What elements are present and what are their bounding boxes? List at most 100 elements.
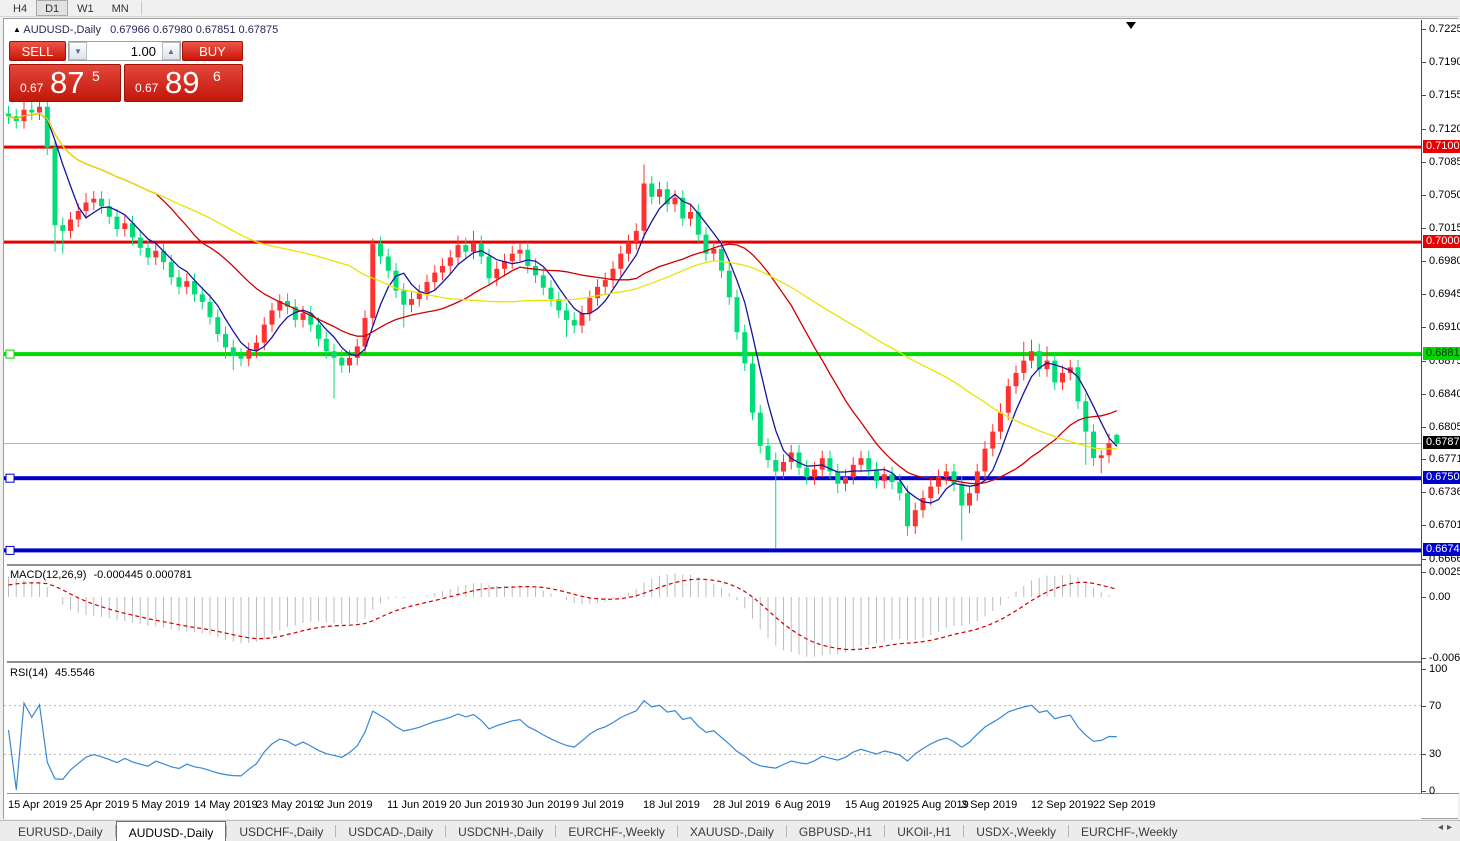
price-tick <box>1422 525 1426 526</box>
date-label: 15 Aug 2019 <box>845 799 907 811</box>
line-price-label[interactable]: 0.70002 <box>1423 235 1460 248</box>
pane-separator[interactable] <box>7 661 1459 663</box>
timeframe-toolbar: H4D1W1MN <box>0 0 1460 17</box>
price-tick-label: 0.70850 <box>1429 156 1460 168</box>
buy-button[interactable]: BUY <box>182 41 243 61</box>
chart-window: ▲ AUDUSD-,Daily 0.67966 0.67980 0.67851 … <box>3 18 1458 819</box>
price-tick-label: 0.71200 <box>1429 123 1460 135</box>
date-label: 23 May 2019 <box>256 799 320 811</box>
line-price-label[interactable]: 0.71005 <box>1423 140 1460 153</box>
price-tick <box>1422 228 1426 229</box>
date-label: 2 Jun 2019 <box>318 799 372 811</box>
tab-xauusd-daily[interactable]: XAUUSD-,Daily <box>678 821 786 841</box>
sell-price-panel[interactable]: 0.67 87 5 <box>9 64 121 102</box>
sell-price-big: 87 <box>50 65 84 101</box>
pane-separator[interactable] <box>7 564 1459 566</box>
price-tick <box>1422 95 1426 96</box>
price-tick-label: 0.69100 <box>1429 321 1460 333</box>
current-price-label: 0.67875 <box>1423 436 1460 449</box>
price-tick <box>1422 294 1426 295</box>
tab-usdcnh-daily[interactable]: USDCNH-,Daily <box>446 821 555 841</box>
price-tick <box>1422 261 1426 262</box>
timeframe-button-h4[interactable]: H4 <box>4 0 36 16</box>
timeframe-button-d1[interactable]: D1 <box>36 0 68 16</box>
toolbar-separator <box>141 1 142 15</box>
date-label: 12 Sep 2019 <box>1031 799 1093 811</box>
macd-values: -0.000445 0.000781 <box>93 569 191 581</box>
price-tick-label: 0.69450 <box>1429 288 1460 300</box>
volume-decrease-button[interactable]: ▼ <box>69 42 87 60</box>
tab-scroll-left-icon: ◂ <box>1438 822 1447 833</box>
timeframe-button-mn[interactable]: MN <box>103 0 138 16</box>
macd-tick-label: 0.00 <box>1429 591 1450 603</box>
price-tick <box>1422 62 1426 63</box>
date-label: 28 Jul 2019 <box>713 799 770 811</box>
price-tick-label: 0.68050 <box>1429 421 1460 433</box>
macd-tick-label: 0.002574 <box>1429 566 1460 578</box>
price-tick <box>1422 29 1426 30</box>
line-price-label[interactable]: 0.67508 <box>1423 471 1460 484</box>
macd-plot[interactable] <box>4 567 1421 660</box>
price-tick <box>1422 327 1426 328</box>
volume-input[interactable]: 1.00 <box>87 42 162 60</box>
rsi-label: RSI(14) <box>10 667 48 679</box>
tab-usdx-weekly[interactable]: USDX-,Weekly <box>964 821 1068 841</box>
buy-price-prefix: 0.67 <box>135 81 158 95</box>
line-price-label[interactable]: 0.68819 <box>1423 347 1460 360</box>
ohlc-values: 0.67966 0.67980 0.67851 0.67875 <box>110 24 278 36</box>
tab-scroll-arrows[interactable]: ◂▸ <box>1438 822 1456 833</box>
date-axis[interactable]: 15 Apr 201925 Apr 20195 May 201914 May 2… <box>4 794 1421 819</box>
macd-tick <box>1422 572 1426 573</box>
rsi-tick-label: 70 <box>1429 700 1441 712</box>
rsi-tick <box>1422 754 1426 755</box>
symbol-name: AUDUSD-,Daily <box>23 24 101 36</box>
date-label: 25 Apr 2019 <box>70 799 129 811</box>
volume-increase-button[interactable]: ▲ <box>162 42 180 60</box>
price-tick <box>1422 195 1426 196</box>
symbol-arrow-icon: ▲ <box>13 25 21 34</box>
buy-price-pip: 6 <box>213 68 221 84</box>
rsi-tick-label: 30 <box>1429 748 1441 760</box>
price-tick <box>1422 459 1426 460</box>
date-label: 25 Aug 2019 <box>907 799 969 811</box>
date-label: 6 Aug 2019 <box>775 799 831 811</box>
price-tick <box>1422 492 1426 493</box>
price-axis[interactable]: 0.002574 0.00 -0.006326 100 70 30 0 0.72… <box>1422 20 1460 793</box>
sell-price-prefix: 0.67 <box>20 81 43 95</box>
buy-price-panel[interactable]: 0.67 89 6 <box>124 64 243 102</box>
price-tick-label: 0.71550 <box>1429 89 1460 101</box>
one-click-trading-widget: SELL ▼ 1.00 ▲ BUY 0.67 87 5 0.67 89 6 <box>9 41 243 122</box>
macd-pane[interactable] <box>4 567 1421 660</box>
tab-eurchf-weekly[interactable]: EURCHF-,Weekly <box>1069 821 1189 841</box>
date-label: 18 Jul 2019 <box>643 799 700 811</box>
rsi-tick-label: 0 <box>1429 785 1435 797</box>
rsi-tick <box>1422 791 1426 792</box>
rsi-plot[interactable] <box>4 663 1421 793</box>
price-tick-label: 0.67710 <box>1429 453 1460 465</box>
rsi-pane[interactable] <box>4 663 1421 793</box>
sell-button[interactable]: SELL <box>9 41 66 61</box>
price-tick <box>1422 394 1426 395</box>
price-tick <box>1422 129 1426 130</box>
price-tick-label: 0.70500 <box>1429 189 1460 201</box>
tab-eurusd-daily[interactable]: EURUSD-,Daily <box>6 821 115 841</box>
tab-eurchf-weekly[interactable]: EURCHF-,Weekly <box>556 821 676 841</box>
price-tick <box>1422 162 1426 163</box>
price-tick <box>1422 559 1426 560</box>
tab-scroll-right-icon: ▸ <box>1447 822 1456 833</box>
buy-price-big: 89 <box>165 65 199 101</box>
price-tick-label: 0.70150 <box>1429 222 1460 234</box>
line-price-label[interactable]: 0.66746 <box>1423 543 1460 556</box>
date-label: 3 Sep 2019 <box>961 799 1017 811</box>
sell-price-pip: 5 <box>92 68 100 84</box>
tab-ukoil-h1[interactable]: UKOil-,H1 <box>885 821 963 841</box>
tab-audusd-daily[interactable]: AUDUSD-,Daily <box>116 821 227 841</box>
tab-gbpusd-h1[interactable]: GBPUSD-,H1 <box>787 821 884 841</box>
symbol-tab-bar: EURUSD-,DailyAUDUSD-,DailyUSDCHF-,DailyU… <box>0 820 1460 841</box>
date-label: 20 Jun 2019 <box>449 799 510 811</box>
tab-usdchf-daily[interactable]: USDCHF-,Daily <box>227 821 335 841</box>
chart-title: ▲ AUDUSD-,Daily 0.67966 0.67980 0.67851 … <box>13 24 278 36</box>
date-label: 30 Jun 2019 <box>511 799 572 811</box>
timeframe-button-w1[interactable]: W1 <box>68 0 103 16</box>
tab-usdcad-daily[interactable]: USDCAD-,Daily <box>336 821 445 841</box>
